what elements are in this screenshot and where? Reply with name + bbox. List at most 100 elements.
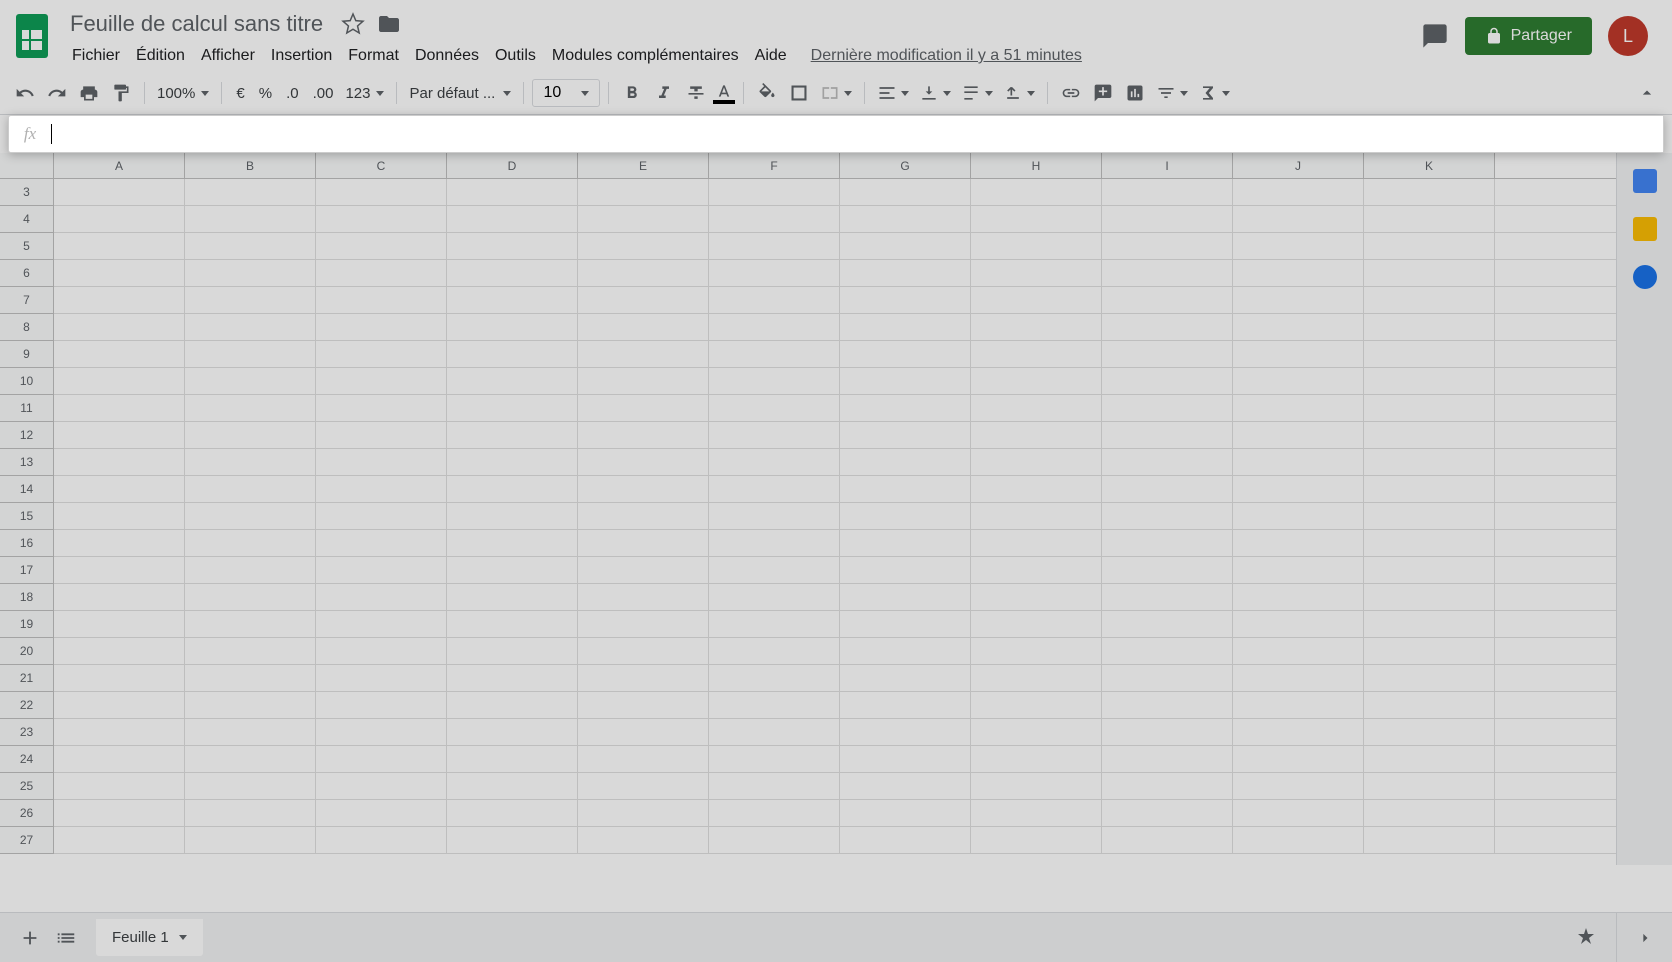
cell[interactable] bbox=[709, 503, 840, 529]
cell[interactable] bbox=[185, 503, 316, 529]
cell[interactable] bbox=[316, 260, 447, 286]
cell[interactable] bbox=[1364, 260, 1495, 286]
cell[interactable] bbox=[185, 827, 316, 853]
menu-format[interactable]: Format bbox=[340, 43, 407, 69]
cell[interactable] bbox=[578, 503, 709, 529]
cell[interactable] bbox=[1364, 719, 1495, 745]
cell[interactable] bbox=[1364, 557, 1495, 583]
sheet-tab[interactable]: Feuille 1 bbox=[96, 919, 203, 956]
cell[interactable] bbox=[578, 638, 709, 664]
cell[interactable] bbox=[447, 449, 578, 475]
cell[interactable] bbox=[840, 557, 971, 583]
cell[interactable] bbox=[316, 503, 447, 529]
cell[interactable] bbox=[185, 179, 316, 205]
cell[interactable] bbox=[578, 260, 709, 286]
cell[interactable] bbox=[709, 746, 840, 772]
cell[interactable] bbox=[316, 449, 447, 475]
cell[interactable] bbox=[709, 179, 840, 205]
cell[interactable] bbox=[1233, 800, 1364, 826]
cell[interactable] bbox=[709, 773, 840, 799]
cell[interactable] bbox=[971, 611, 1102, 637]
cell[interactable] bbox=[185, 368, 316, 394]
cell[interactable] bbox=[316, 179, 447, 205]
cell[interactable] bbox=[1102, 476, 1233, 502]
cell[interactable] bbox=[54, 503, 185, 529]
cell[interactable] bbox=[316, 395, 447, 421]
cell[interactable] bbox=[840, 233, 971, 259]
cell[interactable] bbox=[1364, 476, 1495, 502]
cell[interactable] bbox=[447, 476, 578, 502]
cell[interactable] bbox=[1233, 773, 1364, 799]
cell[interactable] bbox=[447, 584, 578, 610]
cell[interactable] bbox=[971, 314, 1102, 340]
cell[interactable] bbox=[316, 476, 447, 502]
cell[interactable] bbox=[840, 611, 971, 637]
menu-donnees[interactable]: Données bbox=[407, 43, 487, 69]
cell[interactable] bbox=[185, 530, 316, 556]
cell[interactable] bbox=[316, 341, 447, 367]
cell[interactable] bbox=[54, 395, 185, 421]
cell[interactable] bbox=[1364, 449, 1495, 475]
number-format-select[interactable]: 123 bbox=[341, 85, 388, 102]
cell[interactable] bbox=[1102, 233, 1233, 259]
merge-cells-button[interactable] bbox=[816, 83, 856, 103]
cell[interactable] bbox=[1233, 719, 1364, 745]
cell[interactable] bbox=[709, 287, 840, 313]
cell[interactable] bbox=[709, 476, 840, 502]
cell[interactable] bbox=[316, 665, 447, 691]
row-header[interactable]: 25 bbox=[0, 773, 54, 800]
share-button[interactable]: Partager bbox=[1465, 17, 1592, 55]
cell[interactable] bbox=[1364, 611, 1495, 637]
cell[interactable] bbox=[709, 206, 840, 232]
cell[interactable] bbox=[185, 773, 316, 799]
cell[interactable] bbox=[971, 638, 1102, 664]
row-header[interactable]: 11 bbox=[0, 395, 54, 422]
strikethrough-button[interactable] bbox=[681, 78, 711, 108]
cell[interactable] bbox=[1364, 584, 1495, 610]
cell[interactable] bbox=[185, 395, 316, 421]
cell[interactable] bbox=[1233, 827, 1364, 853]
cell[interactable] bbox=[709, 611, 840, 637]
column-header[interactable]: H bbox=[971, 153, 1102, 178]
menu-outils[interactable]: Outils bbox=[487, 43, 544, 69]
cell[interactable] bbox=[578, 476, 709, 502]
cell[interactable] bbox=[840, 260, 971, 286]
cell[interactable] bbox=[447, 233, 578, 259]
menu-edition[interactable]: Édition bbox=[128, 43, 193, 69]
cell[interactable] bbox=[54, 233, 185, 259]
cell[interactable] bbox=[578, 746, 709, 772]
cell[interactable] bbox=[840, 584, 971, 610]
last-edit-link[interactable]: Dernière modification il y a 51 minutes bbox=[811, 47, 1082, 65]
cell[interactable] bbox=[316, 746, 447, 772]
cell[interactable] bbox=[54, 449, 185, 475]
cell[interactable] bbox=[971, 557, 1102, 583]
cell[interactable] bbox=[447, 665, 578, 691]
cell[interactable] bbox=[447, 638, 578, 664]
cell[interactable] bbox=[447, 206, 578, 232]
cell[interactable] bbox=[971, 503, 1102, 529]
cell[interactable] bbox=[709, 557, 840, 583]
cell[interactable] bbox=[1233, 665, 1364, 691]
cell[interactable] bbox=[1364, 692, 1495, 718]
cell[interactable] bbox=[1364, 503, 1495, 529]
cell[interactable] bbox=[709, 368, 840, 394]
cell[interactable] bbox=[185, 719, 316, 745]
cell[interactable] bbox=[578, 449, 709, 475]
select-all-corner[interactable] bbox=[0, 153, 54, 178]
cell[interactable] bbox=[1102, 260, 1233, 286]
percent-button[interactable]: % bbox=[253, 85, 278, 102]
menu-afficher[interactable]: Afficher bbox=[193, 43, 263, 69]
cell[interactable] bbox=[578, 287, 709, 313]
cell[interactable] bbox=[316, 314, 447, 340]
cell[interactable] bbox=[447, 503, 578, 529]
cell[interactable] bbox=[1364, 800, 1495, 826]
cell[interactable] bbox=[185, 584, 316, 610]
cell[interactable] bbox=[971, 476, 1102, 502]
cell[interactable] bbox=[840, 179, 971, 205]
sheet-tab-menu-icon[interactable] bbox=[179, 935, 187, 940]
cell[interactable] bbox=[316, 557, 447, 583]
cell[interactable] bbox=[447, 827, 578, 853]
cell[interactable] bbox=[316, 773, 447, 799]
cell[interactable] bbox=[447, 395, 578, 421]
cell[interactable] bbox=[1102, 800, 1233, 826]
